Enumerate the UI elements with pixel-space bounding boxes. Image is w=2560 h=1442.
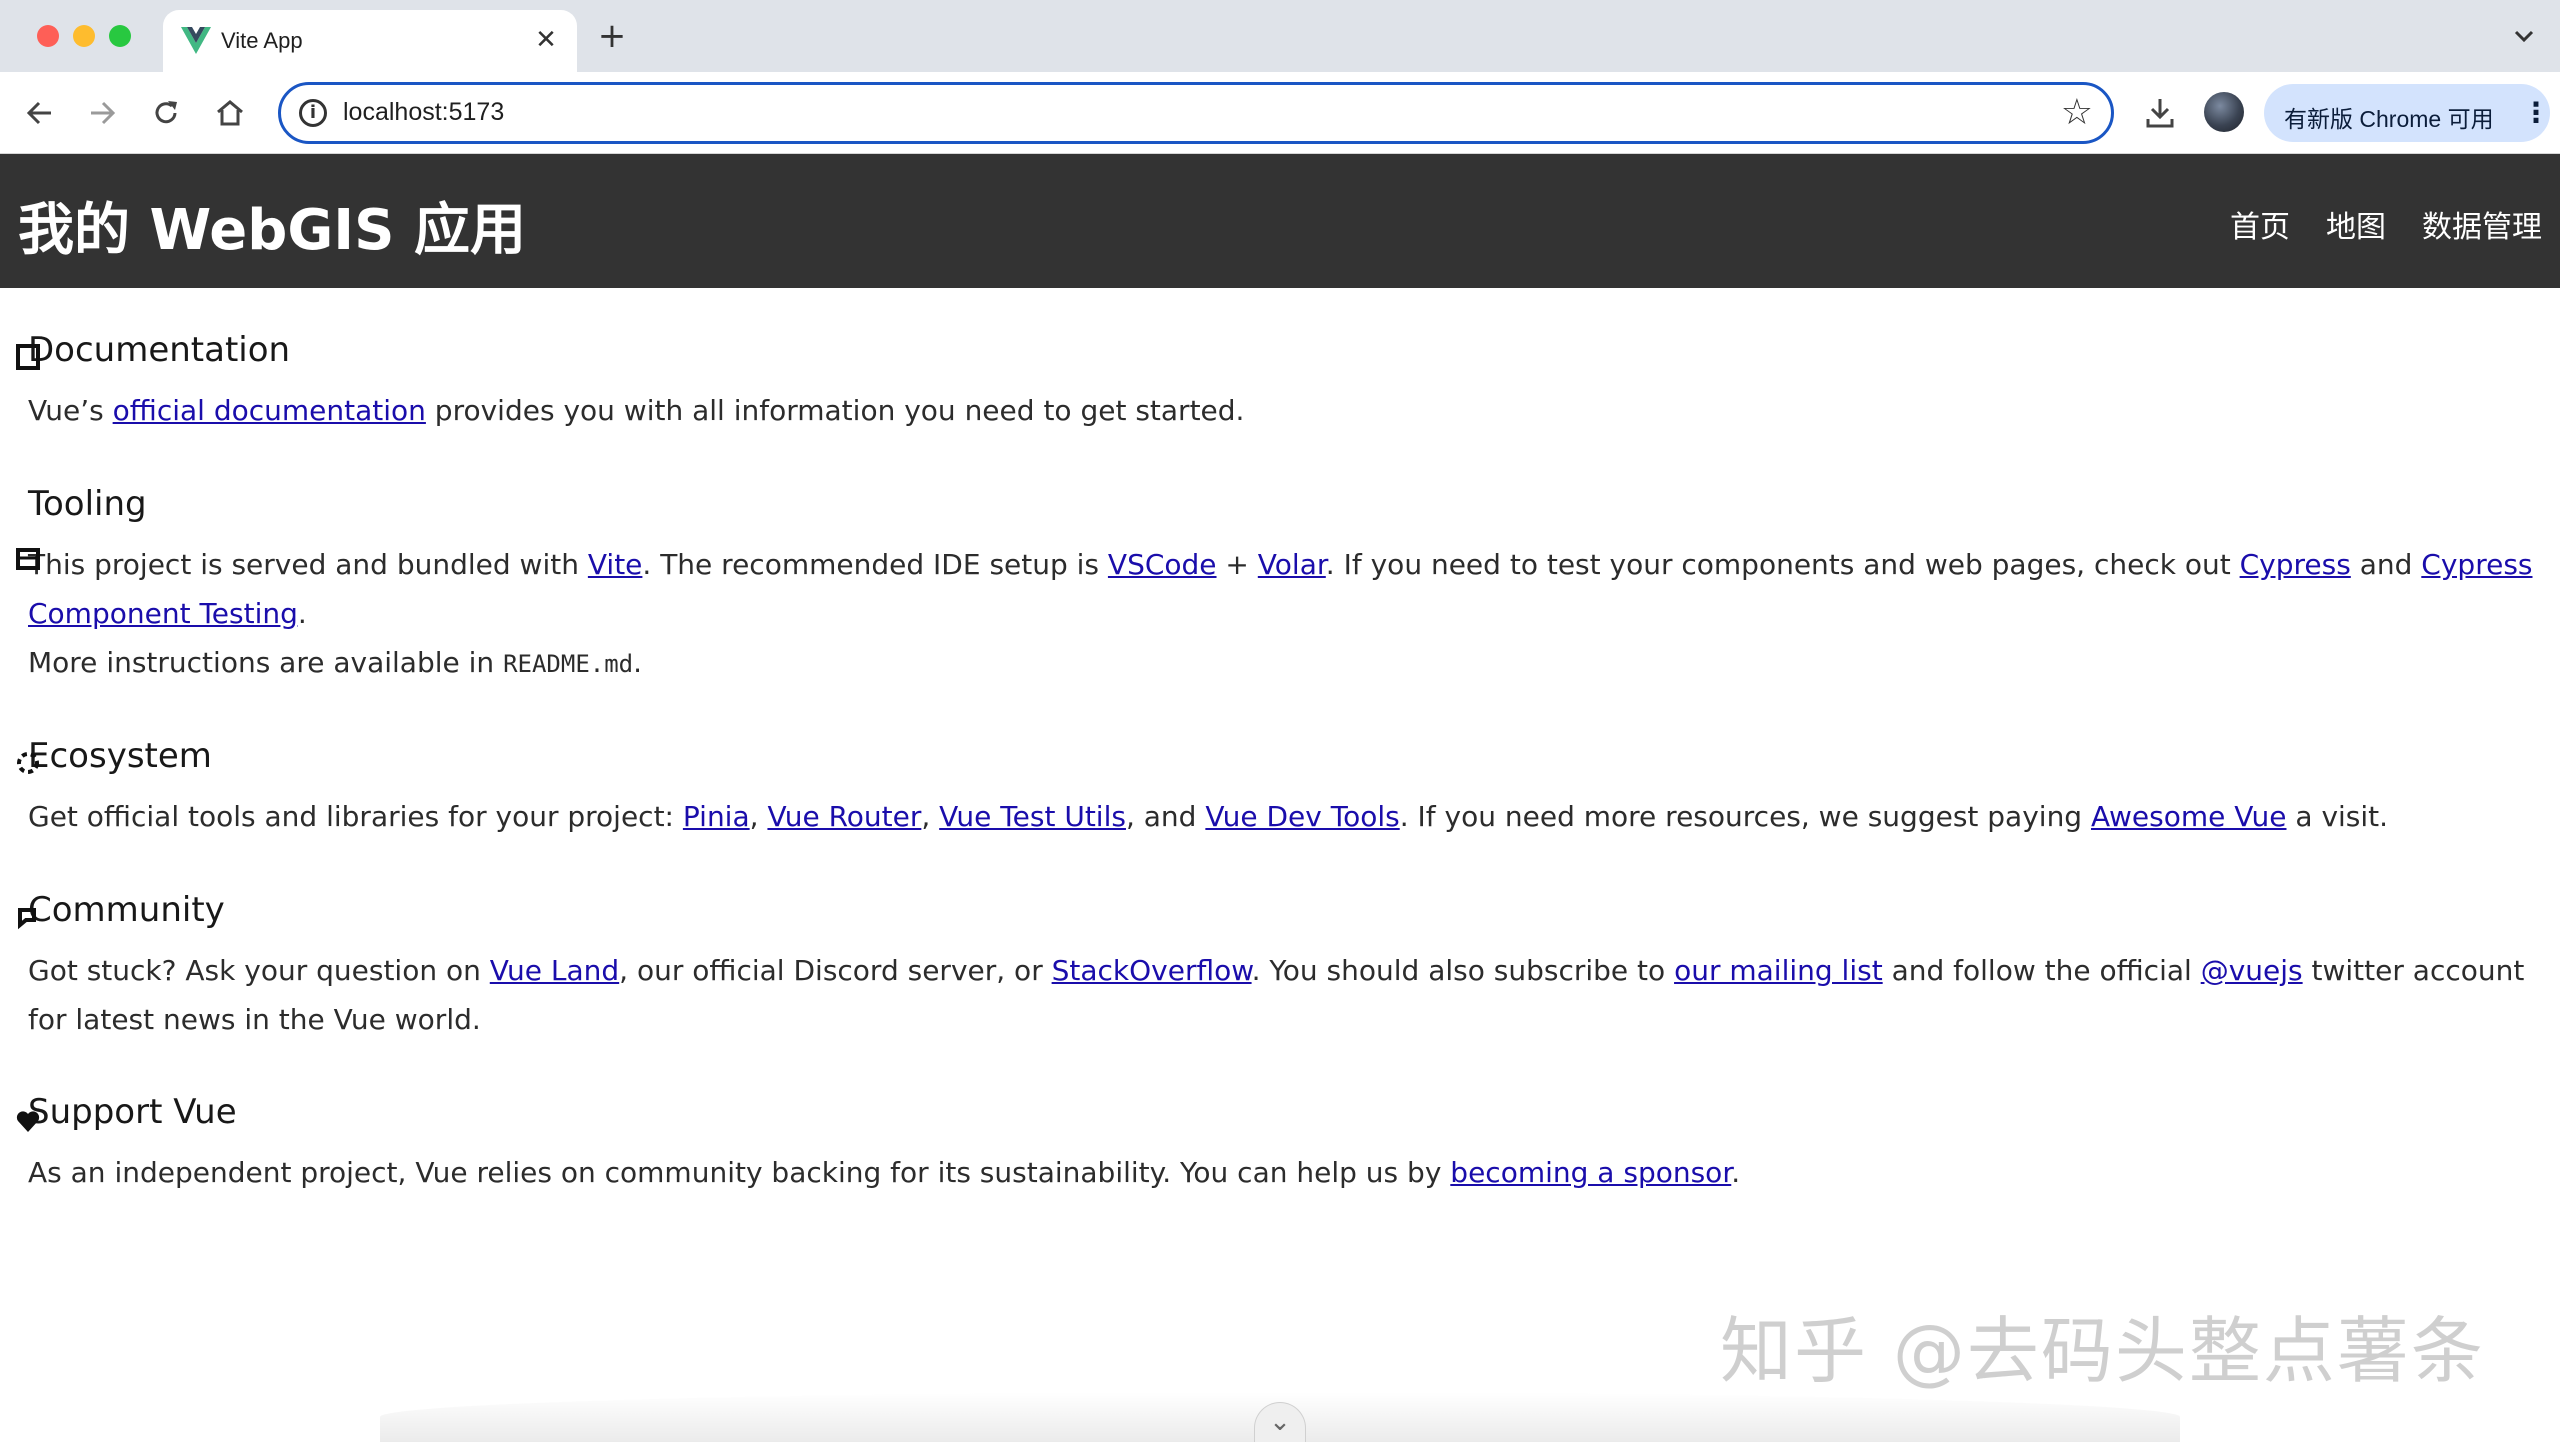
chrome-update-button[interactable]: 有新版 Chrome 可用 ⋮ (2264, 84, 2550, 142)
link-vue-dev-tools[interactable]: Vue Dev Tools (1205, 800, 1399, 833)
vue-favicon-icon (181, 27, 211, 54)
kebab-menu-icon[interactable]: ⋮ (2522, 94, 2550, 132)
tab-close-icon[interactable]: ✕ (529, 23, 563, 57)
section-tooling: Tooling This project is served and bundl… (16, 482, 2538, 689)
app-title: 我的 WebGIS 应用 (18, 198, 526, 263)
link-vue-test-utils[interactable]: Vue Test Utils (939, 800, 1126, 833)
link-volar[interactable]: Volar (1258, 548, 1326, 581)
address-bar[interactable]: i localhost:5173 ☆ (278, 82, 2114, 144)
tooling-icon (16, 548, 40, 570)
download-icon[interactable] (2138, 91, 2182, 135)
link-vue-land[interactable]: Vue Land (490, 954, 619, 987)
section-text: Get official tools and libraries for you… (28, 800, 2389, 833)
profile-avatar[interactable] (2204, 92, 2244, 132)
link-pinia[interactable]: Pinia (683, 800, 750, 833)
link-vuejs-twitter[interactable]: @vuejs (2201, 954, 2303, 987)
browser-tab-active[interactable]: Vite App ✕ (163, 10, 577, 72)
tab-list-chevron-icon[interactable] (2502, 16, 2546, 56)
readme-code: README.md (503, 650, 634, 678)
documentation-icon (16, 344, 40, 370)
app-header: 我的 WebGIS 应用 首页 地图 数据管理 (0, 154, 2560, 288)
section-community: Community Got stuck? Ask your question o… (18, 888, 2538, 1044)
forward-arrow-icon[interactable] (80, 91, 124, 135)
welcome-content: Documentation Vue’s official documentati… (0, 288, 2560, 1442)
section-heading: Documentation (28, 330, 291, 370)
nav-link-home[interactable]: 首页 (2230, 202, 2290, 246)
section-text-readme: More instructions are available in READM… (28, 646, 643, 679)
minimize-window-button[interactable] (73, 25, 95, 47)
link-vite[interactable]: Vite (588, 548, 643, 581)
tab-title: Vite App (221, 28, 303, 53)
ecosystem-icon (17, 752, 39, 774)
link-vue-router[interactable]: Vue Router (767, 800, 921, 833)
browser-tab-bar: Vite App ✕ + (0, 0, 2560, 72)
maximize-window-button[interactable] (109, 25, 131, 47)
zhihu-watermark: 知乎 @去码头整点薯条 (1720, 1309, 2485, 1393)
community-icon (18, 908, 36, 930)
link-vscode[interactable]: VSCode (1108, 548, 1217, 581)
link-cypress[interactable]: Cypress (2240, 548, 2351, 581)
nav-link-map[interactable]: 地图 (2326, 202, 2386, 246)
link-official-documentation[interactable]: official documentation (113, 394, 426, 427)
close-window-button[interactable] (37, 25, 59, 47)
section-text: Got stuck? Ask your question on Vue Land… (28, 954, 2525, 1036)
app-nav: 首页 地图 数据管理 (2230, 202, 2542, 246)
section-heading: Community (28, 890, 225, 930)
new-tab-button[interactable]: + (592, 16, 632, 56)
back-arrow-icon[interactable] (18, 91, 62, 135)
section-documentation: Documentation Vue’s official documentati… (16, 328, 2538, 435)
reload-icon[interactable] (144, 91, 188, 135)
info-icon[interactable]: i (299, 99, 327, 127)
nav-link-data-management[interactable]: 数据管理 (2422, 202, 2542, 246)
section-ecosystem: Ecosystem Get official tools and librari… (17, 734, 2538, 841)
update-label: 有新版 Chrome 可用 (2284, 106, 2494, 132)
section-text: Vue’s official documentation provides yo… (28, 394, 1245, 427)
home-icon[interactable] (208, 91, 252, 135)
link-awesome-vue[interactable]: Awesome Vue (2091, 800, 2287, 833)
star-icon[interactable]: ☆ (2061, 93, 2093, 133)
heart-icon (16, 1111, 40, 1132)
section-heading: Ecosystem (28, 736, 212, 776)
section-support: Support Vue As an independent project, V… (16, 1090, 2538, 1197)
section-text: As an independent project, Vue relies on… (28, 1156, 1741, 1189)
url-text[interactable]: localhost:5173 (343, 98, 504, 127)
browser-toolbar: i localhost:5173 ☆ 有新版 Chrome 可用 ⋮ (0, 72, 2560, 154)
section-heading: Tooling (28, 484, 147, 524)
link-stackoverflow[interactable]: StackOverflow (1052, 954, 1252, 987)
section-text: This project is served and bundled with … (28, 548, 2533, 630)
link-mailing-list[interactable]: our mailing list (1674, 954, 1883, 987)
section-heading: Support Vue (28, 1092, 237, 1132)
link-becoming-a-sponsor[interactable]: becoming a sponsor (1450, 1156, 1731, 1189)
